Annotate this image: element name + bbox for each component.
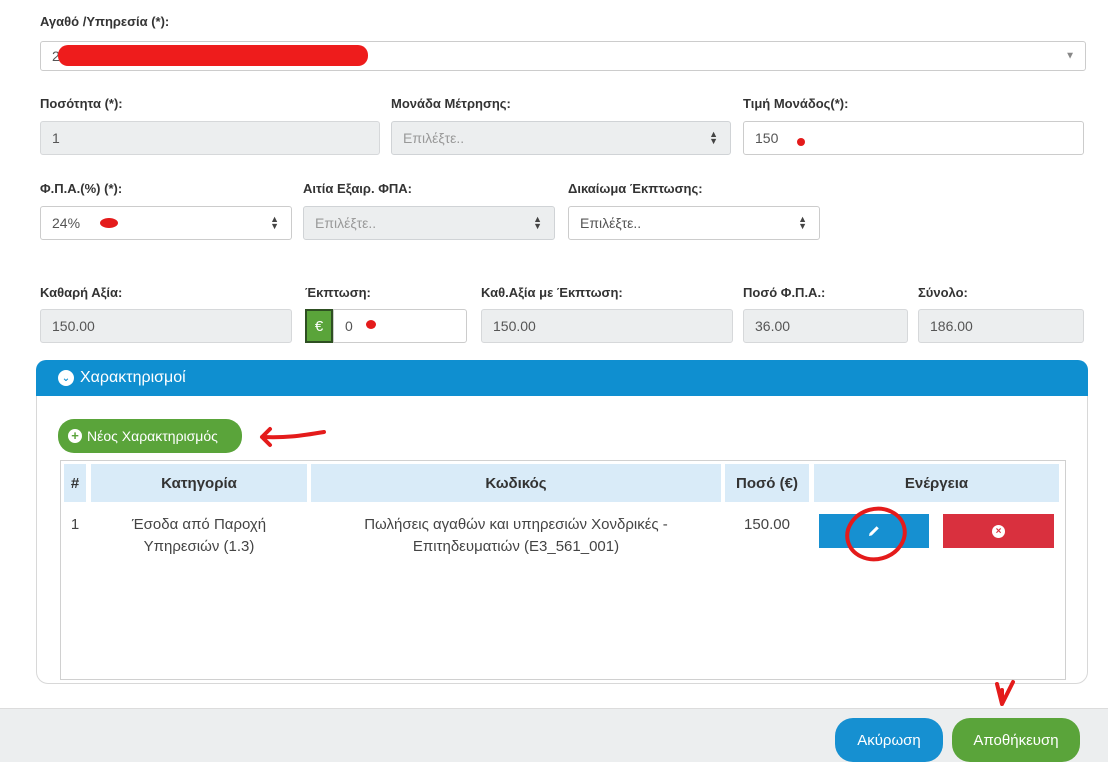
total-value: 186.00 (930, 318, 973, 334)
unit-price-label: Τιμή Μονάδος(*): (743, 96, 849, 111)
column-header-number: # (64, 464, 86, 502)
annotation-dot (100, 218, 118, 228)
column-header-amount: Ποσό (€) (725, 464, 809, 502)
select-arrows-icon: ▲ ▼ (798, 214, 807, 231)
new-characterization-button[interactable]: + Νέος Χαρακτηρισμός (58, 419, 242, 453)
vat-value: 24% (52, 215, 81, 231)
annotation-arrow (995, 680, 1015, 706)
pencil-icon (869, 526, 879, 536)
unit-price-input[interactable]: 150 (743, 121, 1084, 155)
unit-price-value: 150 (755, 130, 779, 146)
chevron-down-icon: ▼ (1065, 50, 1075, 62)
column-header-category: Κατηγορία (91, 464, 307, 502)
net-value-field: 150.00 (40, 309, 292, 343)
discount-value: 0 (345, 318, 353, 334)
delete-button[interactable]: × (943, 514, 1054, 548)
select-arrows-icon: ▲ ▼ (270, 214, 279, 231)
discount-input[interactable]: 0 (333, 309, 467, 343)
vat-exemption-label: Αιτία Εξαιρ. ΦΠΑ: (303, 181, 412, 196)
quantity-label: Ποσότητα (*): (40, 96, 123, 111)
close-circle-icon: × (992, 524, 1005, 538)
annotation-dot (366, 320, 376, 329)
quantity-value: 1 (52, 130, 60, 146)
net-after-discount-value: 150.00 (493, 318, 536, 334)
unit-label: Μονάδα Μέτρησης: (391, 96, 511, 111)
vat-amount-value: 36.00 (755, 318, 791, 334)
row-amount: 150.00 (744, 516, 790, 533)
chevron-down-circle-icon: ⌄ (58, 370, 74, 386)
row-code: Πωλήσεις αγαθών και υπηρεσιών Χονδρικές … (311, 514, 721, 558)
cancel-button[interactable]: Ακύρωση (835, 718, 943, 762)
category-line: Υπηρεσιών (1.3) (143, 538, 255, 555)
discount-label: Έκπτωση: (305, 285, 371, 300)
code-line: Επιτηδευματιών (E3_561_001) (412, 538, 620, 555)
total-label: Σύνολο: (918, 285, 968, 300)
row-category: Έσοδα από Παροχή Υπηρεσιών (1.3) (91, 514, 307, 558)
net-after-discount-label: Καθ.Αξία με Έκπτωση: (481, 285, 623, 300)
vat-exemption-select[interactable]: Επιλέξτε.. ▲ ▼ (303, 206, 555, 240)
vat-exemption-placeholder: Επιλέξτε.. (315, 215, 377, 231)
new-characterization-label: Νέος Χαρακτηρισμός (87, 428, 218, 444)
discount-right-label: Δικαίωμα Έκπτωσης: (568, 181, 703, 196)
characterizations-header[interactable]: ⌄ Χαρακτηρισμοί (36, 360, 1088, 396)
vat-select[interactable]: 24% ▲ ▼ (40, 206, 292, 240)
item-label: Αγαθό /Υπηρεσία (*): (40, 14, 170, 29)
characterizations-title: Χαρακτηρισμοί (80, 369, 186, 386)
unit-placeholder: Επιλέξτε.. (403, 130, 465, 146)
select-arrows-icon: ▲ ▼ (533, 214, 542, 231)
total-field: 186.00 (918, 309, 1084, 343)
plus-circle-icon: + (68, 429, 82, 443)
row-number: 1 (70, 516, 80, 533)
column-header-action: Ενέργεια (814, 464, 1059, 502)
net-after-discount-field: 150.00 (481, 309, 733, 343)
redaction-mark (58, 45, 368, 66)
quantity-field[interactable]: 1 (40, 121, 380, 155)
discount-right-value: Επιλέξτε.. (580, 215, 642, 231)
column-header-code: Κωδικός (311, 464, 721, 502)
vat-amount-field: 36.00 (743, 309, 908, 343)
unit-select[interactable]: Επιλέξτε.. ▲ ▼ (391, 121, 731, 155)
vat-amount-label: Ποσό Φ.Π.Α.: (743, 285, 826, 300)
discount-right-select[interactable]: Επιλέξτε.. ▲ ▼ (568, 206, 820, 240)
select-arrows-icon: ▲ ▼ (709, 129, 718, 146)
vat-label: Φ.Π.Α.(%) (*): (40, 181, 123, 196)
edit-button[interactable] (819, 514, 929, 548)
annotation-dot (797, 138, 805, 146)
save-button[interactable]: Αποθήκευση (952, 718, 1080, 762)
net-value-label: Καθαρή Αξία: (40, 285, 123, 300)
category-line: Έσοδα από Παροχή (131, 516, 267, 533)
euro-icon: € (305, 309, 333, 343)
code-line: Πωλήσεις αγαθών και υπηρεσιών Χονδρικές … (364, 516, 668, 533)
net-value: 150.00 (52, 318, 95, 334)
